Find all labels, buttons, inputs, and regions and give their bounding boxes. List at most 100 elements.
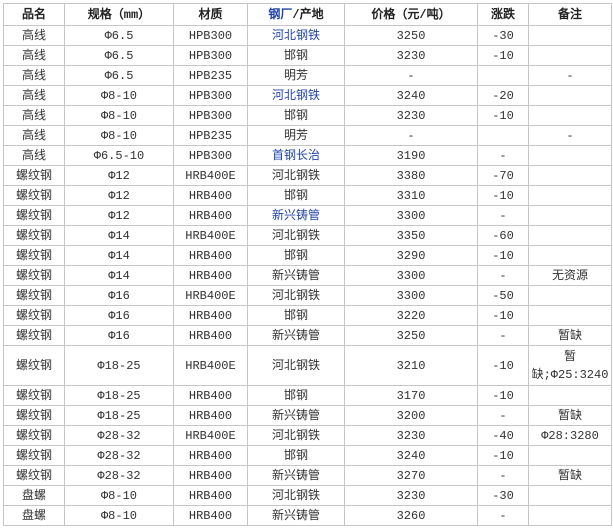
cell-spec: Φ18-25 <box>64 345 174 386</box>
cell-material: HRB400 <box>173 405 248 426</box>
cell-factory: 河北钢铁 <box>247 425 345 446</box>
cell-change: - <box>477 265 529 286</box>
cell-name: 高线 <box>3 45 65 66</box>
cell-spec: Φ14 <box>64 245 174 266</box>
cell-spec: Φ14 <box>64 265 174 286</box>
cell-price: 3310 <box>344 185 478 206</box>
factory-link[interactable]: 首钢长治 <box>272 149 320 163</box>
cell-material: HPB300 <box>173 45 248 66</box>
table-row: 螺纹钢 Φ28-32 HRB400 新兴铸管 3270 - 暂缺 <box>3 465 612 486</box>
cell-name: 高线 <box>3 85 65 106</box>
cell-factory: 河北钢铁 <box>247 25 345 46</box>
cell-spec: Φ6.5 <box>64 25 174 46</box>
cell-change: - <box>477 505 529 526</box>
cell-change: -10 <box>477 105 529 126</box>
cell-remark: 暂缺 <box>528 325 612 346</box>
cell-spec: Φ16 <box>64 285 174 306</box>
cell-spec: Φ18-25 <box>64 405 174 426</box>
cell-factory: 明芳 <box>247 65 345 86</box>
cell-material: HPB300 <box>173 85 248 106</box>
cell-price: 3230 <box>344 485 478 506</box>
table-row: 螺纹钢 Φ14 HRB400 邯钢 3290 -10 <box>3 245 612 266</box>
table-row: 螺纹钢 Φ16 HRB400E 河北钢铁 3300 -50 <box>3 285 612 306</box>
cell-name: 螺纹钢 <box>3 325 65 346</box>
cell-name: 盘螺 <box>3 505 65 526</box>
cell-change: -10 <box>477 345 529 386</box>
cell-factory: 新兴铸管 <box>247 505 345 526</box>
cell-price: 3270 <box>344 465 478 486</box>
cell-spec: Φ6.5 <box>64 65 174 86</box>
cell-change: -30 <box>477 485 529 506</box>
cell-name: 螺纹钢 <box>3 305 65 326</box>
cell-price: 3230 <box>344 425 478 446</box>
cell-name: 螺纹钢 <box>3 225 65 246</box>
cell-material: HRB400E <box>173 345 248 386</box>
cell-remark <box>528 25 612 46</box>
header-remark: 备注 <box>528 3 612 26</box>
cell-factory: 新兴铸管 <box>247 205 345 226</box>
cell-name: 高线 <box>3 145 65 166</box>
cell-material: HPB300 <box>173 25 248 46</box>
cell-price: 3300 <box>344 285 478 306</box>
cell-price: - <box>344 125 478 146</box>
cell-spec: Φ28-32 <box>64 425 174 446</box>
cell-spec: Φ8-10 <box>64 105 174 126</box>
cell-material: HPB300 <box>173 105 248 126</box>
cell-name: 高线 <box>3 105 65 126</box>
table-row: 螺纹钢 Φ18-25 HRB400 邯钢 3170 -10 <box>3 385 612 406</box>
cell-factory: 河北钢铁 <box>247 225 345 246</box>
header-factory: 钢厂/产地 <box>247 3 345 26</box>
cell-factory: 新兴铸管 <box>247 265 345 286</box>
cell-name: 螺纹钢 <box>3 405 65 426</box>
cell-spec: Φ12 <box>64 165 174 186</box>
cell-spec: Φ8-10 <box>64 485 174 506</box>
cell-factory: 新兴铸管 <box>247 465 345 486</box>
factory-link[interactable]: 新兴铸管 <box>272 209 320 223</box>
cell-name: 螺纹钢 <box>3 385 65 406</box>
cell-factory: 邯钢 <box>247 45 345 66</box>
cell-spec: Φ12 <box>64 205 174 226</box>
cell-spec: Φ6.5-10 <box>64 145 174 166</box>
cell-remark <box>528 165 612 186</box>
cell-spec: Φ8-10 <box>64 505 174 526</box>
cell-price: - <box>344 65 478 86</box>
table-row: 螺纹钢 Φ12 HRB400 新兴铸管 3300 - <box>3 205 612 226</box>
cell-price: 3230 <box>344 105 478 126</box>
cell-factory: 邯钢 <box>247 305 345 326</box>
table-row: 高线 Φ8-10 HPB235 明芳 - - <box>3 125 612 146</box>
cell-price: 3350 <box>344 225 478 246</box>
cell-name: 高线 <box>3 65 65 86</box>
cell-change: -40 <box>477 425 529 446</box>
factory-link[interactable]: 河北钢铁 <box>272 89 320 103</box>
cell-spec: Φ16 <box>64 305 174 326</box>
cell-name: 螺纹钢 <box>3 465 65 486</box>
cell-material: HRB400 <box>173 445 248 466</box>
table-row: 盘螺 Φ8-10 HRB400 新兴铸管 3260 - <box>3 505 612 526</box>
cell-price: 3300 <box>344 265 478 286</box>
table-row: 盘螺 Φ8-10 HRB400 河北钢铁 3230 -30 <box>3 485 612 506</box>
factory-link[interactable]: 河北钢铁 <box>272 29 320 43</box>
cell-remark <box>528 85 612 106</box>
cell-remark <box>528 445 612 466</box>
header-change: 涨跌 <box>477 3 529 26</box>
header-name: 品名 <box>3 3 65 26</box>
cell-material: HRB400 <box>173 205 248 226</box>
table-row: 高线 Φ8-10 HPB300 邯钢 3230 -10 <box>3 105 612 126</box>
cell-spec: Φ18-25 <box>64 385 174 406</box>
cell-change: -10 <box>477 445 529 466</box>
cell-change: - <box>477 325 529 346</box>
cell-name: 螺纹钢 <box>3 165 65 186</box>
cell-change: -10 <box>477 45 529 66</box>
cell-change: -30 <box>477 25 529 46</box>
cell-material: HRB400E <box>173 225 248 246</box>
cell-factory: 邯钢 <box>247 105 345 126</box>
table-header: 品名 规格（mm） 材质 钢厂/产地 价格（元/吨） 涨跌 备注 <box>3 3 612 26</box>
cell-name: 高线 <box>3 125 65 146</box>
cell-material: HRB400 <box>173 505 248 526</box>
cell-price: 3170 <box>344 385 478 406</box>
header-factory-rest: /产地 <box>292 7 324 22</box>
cell-remark <box>528 285 612 306</box>
header-factory-link[interactable]: 钢厂 <box>268 8 292 22</box>
cell-change: -60 <box>477 225 529 246</box>
cell-price: 3210 <box>344 345 478 386</box>
